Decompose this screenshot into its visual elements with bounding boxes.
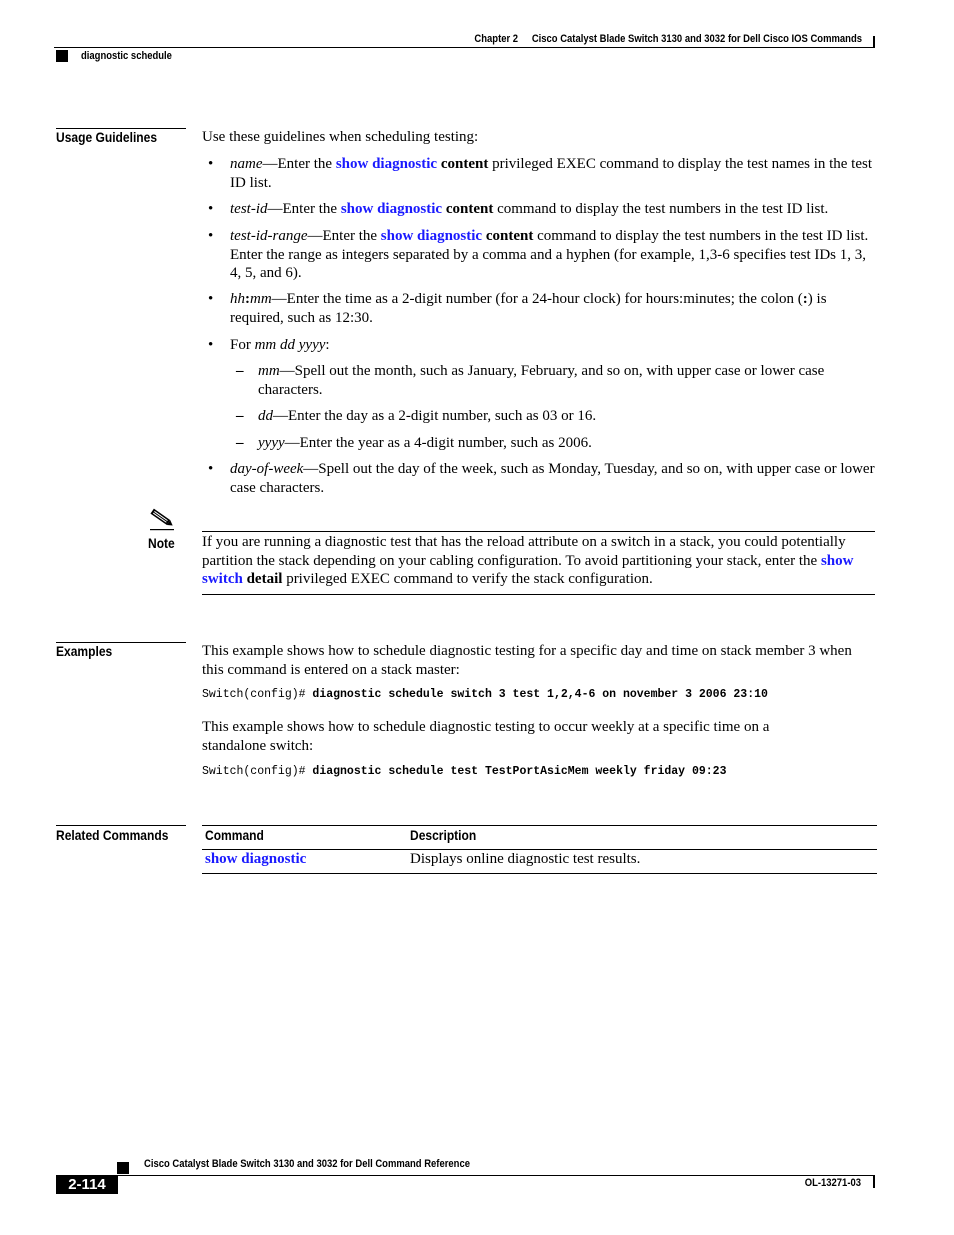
text: —Spell out the day of the week, such as … [230, 461, 875, 496]
note-label: Note [148, 535, 175, 551]
term: test-id-range [230, 228, 308, 244]
footer-book-title: Cisco Catalyst Blade Switch 3130 and 303… [144, 1158, 470, 1170]
cli-prompt: Switch(config)# [202, 688, 313, 701]
bullet: • [208, 291, 214, 307]
show-diagnostic-link[interactable]: show diagnostic [381, 228, 482, 244]
sub-list-item: – dd—Enter the day as a 2-digit number, … [230, 407, 877, 426]
example-code-2: Switch(config)# diagnostic schedule test… [202, 765, 727, 778]
examples-heading: Examples [56, 643, 113, 659]
text: : [325, 337, 330, 353]
list-item: • day-of-week—Spell out the day of the w… [202, 460, 877, 497]
text: —Enter the [262, 156, 336, 172]
text: —Enter the [267, 201, 341, 217]
dash: – [236, 408, 244, 424]
term: day-of-week [230, 461, 304, 477]
term: mm [258, 363, 280, 379]
list-item: • hh:mm—Enter the time as a 2-digit numb… [202, 290, 877, 327]
sub-list-item: – yyyy—Enter the year as a 4-digit numbe… [230, 434, 877, 453]
term: hh [230, 291, 245, 307]
pencil-note-icon [150, 508, 174, 531]
cli-command: diagnostic schedule test TestPortAsicMem… [312, 765, 727, 778]
show-diagnostic-link[interactable]: show diagnostic [336, 156, 437, 172]
page-number: 2-114 [56, 1175, 118, 1194]
related-commands-heading: Related Commands [56, 827, 169, 843]
term: test-id [230, 201, 268, 217]
table-row: show diagnostic [205, 850, 306, 869]
column-header-command: Command [205, 827, 264, 843]
text: command to display the test numbers in t… [493, 201, 829, 217]
show-diagnostic-link[interactable]: show diagnostic [341, 201, 442, 217]
text: If you are running a diagnostic test tha… [202, 534, 846, 569]
usage-intro: Use these guidelines when scheduling tes… [202, 129, 479, 145]
list-item: • test-id—Enter the show diagnostic cont… [202, 200, 877, 219]
note-top-rule [202, 531, 875, 532]
note-bottom-rule [202, 594, 875, 595]
example-code-1: Switch(config)# diagnostic schedule swit… [202, 688, 768, 701]
text: privileged EXEC command to verify the st… [282, 571, 653, 587]
document-id: OL-13271-03 [804, 1177, 861, 1189]
keyword: detail [246, 571, 283, 587]
text: For [230, 337, 255, 353]
sub-list-item: – mm—Spell out the month, such as Januar… [230, 362, 877, 399]
book-title: Cisco Catalyst Blade Switch 3130 and 303… [531, 33, 862, 45]
list-item: • name—Enter the show diagnostic content… [202, 155, 877, 192]
dash: – [236, 435, 244, 451]
table-cell-description: Displays online diagnostic test results. [410, 851, 641, 867]
keyword: content [445, 201, 494, 217]
bullet: • [208, 228, 214, 244]
example-text-1: This example shows how to schedule diagn… [202, 643, 852, 678]
table-bottom-rule [202, 873, 877, 874]
note-text: If you are running a diagnostic test tha… [202, 533, 877, 589]
section-name: diagnostic schedule [81, 50, 172, 62]
text: —Enter the time as a 2-digit number (for… [271, 291, 803, 307]
bullet: • [208, 201, 214, 217]
term: mm [250, 291, 272, 307]
keyword: content [485, 228, 534, 244]
term: yyyy [258, 435, 285, 451]
text: —Spell out the month, such as January, F… [258, 363, 825, 398]
usage-guidelines-heading: Usage Guidelines [56, 129, 158, 145]
keyword: content [440, 156, 489, 172]
bullet: • [208, 337, 214, 353]
list-item: • test-id-range—Enter the show diagnosti… [202, 227, 877, 283]
footer-tick [873, 1175, 875, 1188]
text: —Enter the [307, 228, 381, 244]
related-heading-rule [56, 825, 186, 826]
text: —Enter the year as a 4-digit number, suc… [284, 435, 592, 451]
column-header-description: Description [410, 827, 477, 843]
chapter-label: Chapter 2 [474, 33, 519, 45]
header-block-marker [56, 50, 68, 62]
list-item: • For mm dd yyyy: [202, 336, 877, 355]
table-top-rule [202, 825, 877, 826]
footer-block-marker [117, 1162, 129, 1174]
running-header: Chapter 2 Cisco Catalyst Blade Switch 313… [121, 33, 862, 45]
footer-rule [117, 1175, 875, 1176]
term: mm dd yyyy [254, 337, 326, 353]
term: name [230, 156, 263, 172]
example-text-2: This example shows how to schedule diagn… [202, 719, 770, 754]
term: dd [258, 408, 273, 424]
text: —Enter the day as a 2-digit number, such… [273, 408, 597, 424]
bullet: • [208, 461, 214, 477]
header-rule [54, 47, 875, 48]
cli-command: diagnostic schedule switch 3 test 1,2,4-… [312, 688, 768, 701]
cli-prompt: Switch(config)# [202, 765, 313, 778]
bullet: • [208, 156, 214, 172]
dash: – [236, 363, 244, 379]
show-diagnostic-link[interactable]: show diagnostic [205, 851, 306, 867]
